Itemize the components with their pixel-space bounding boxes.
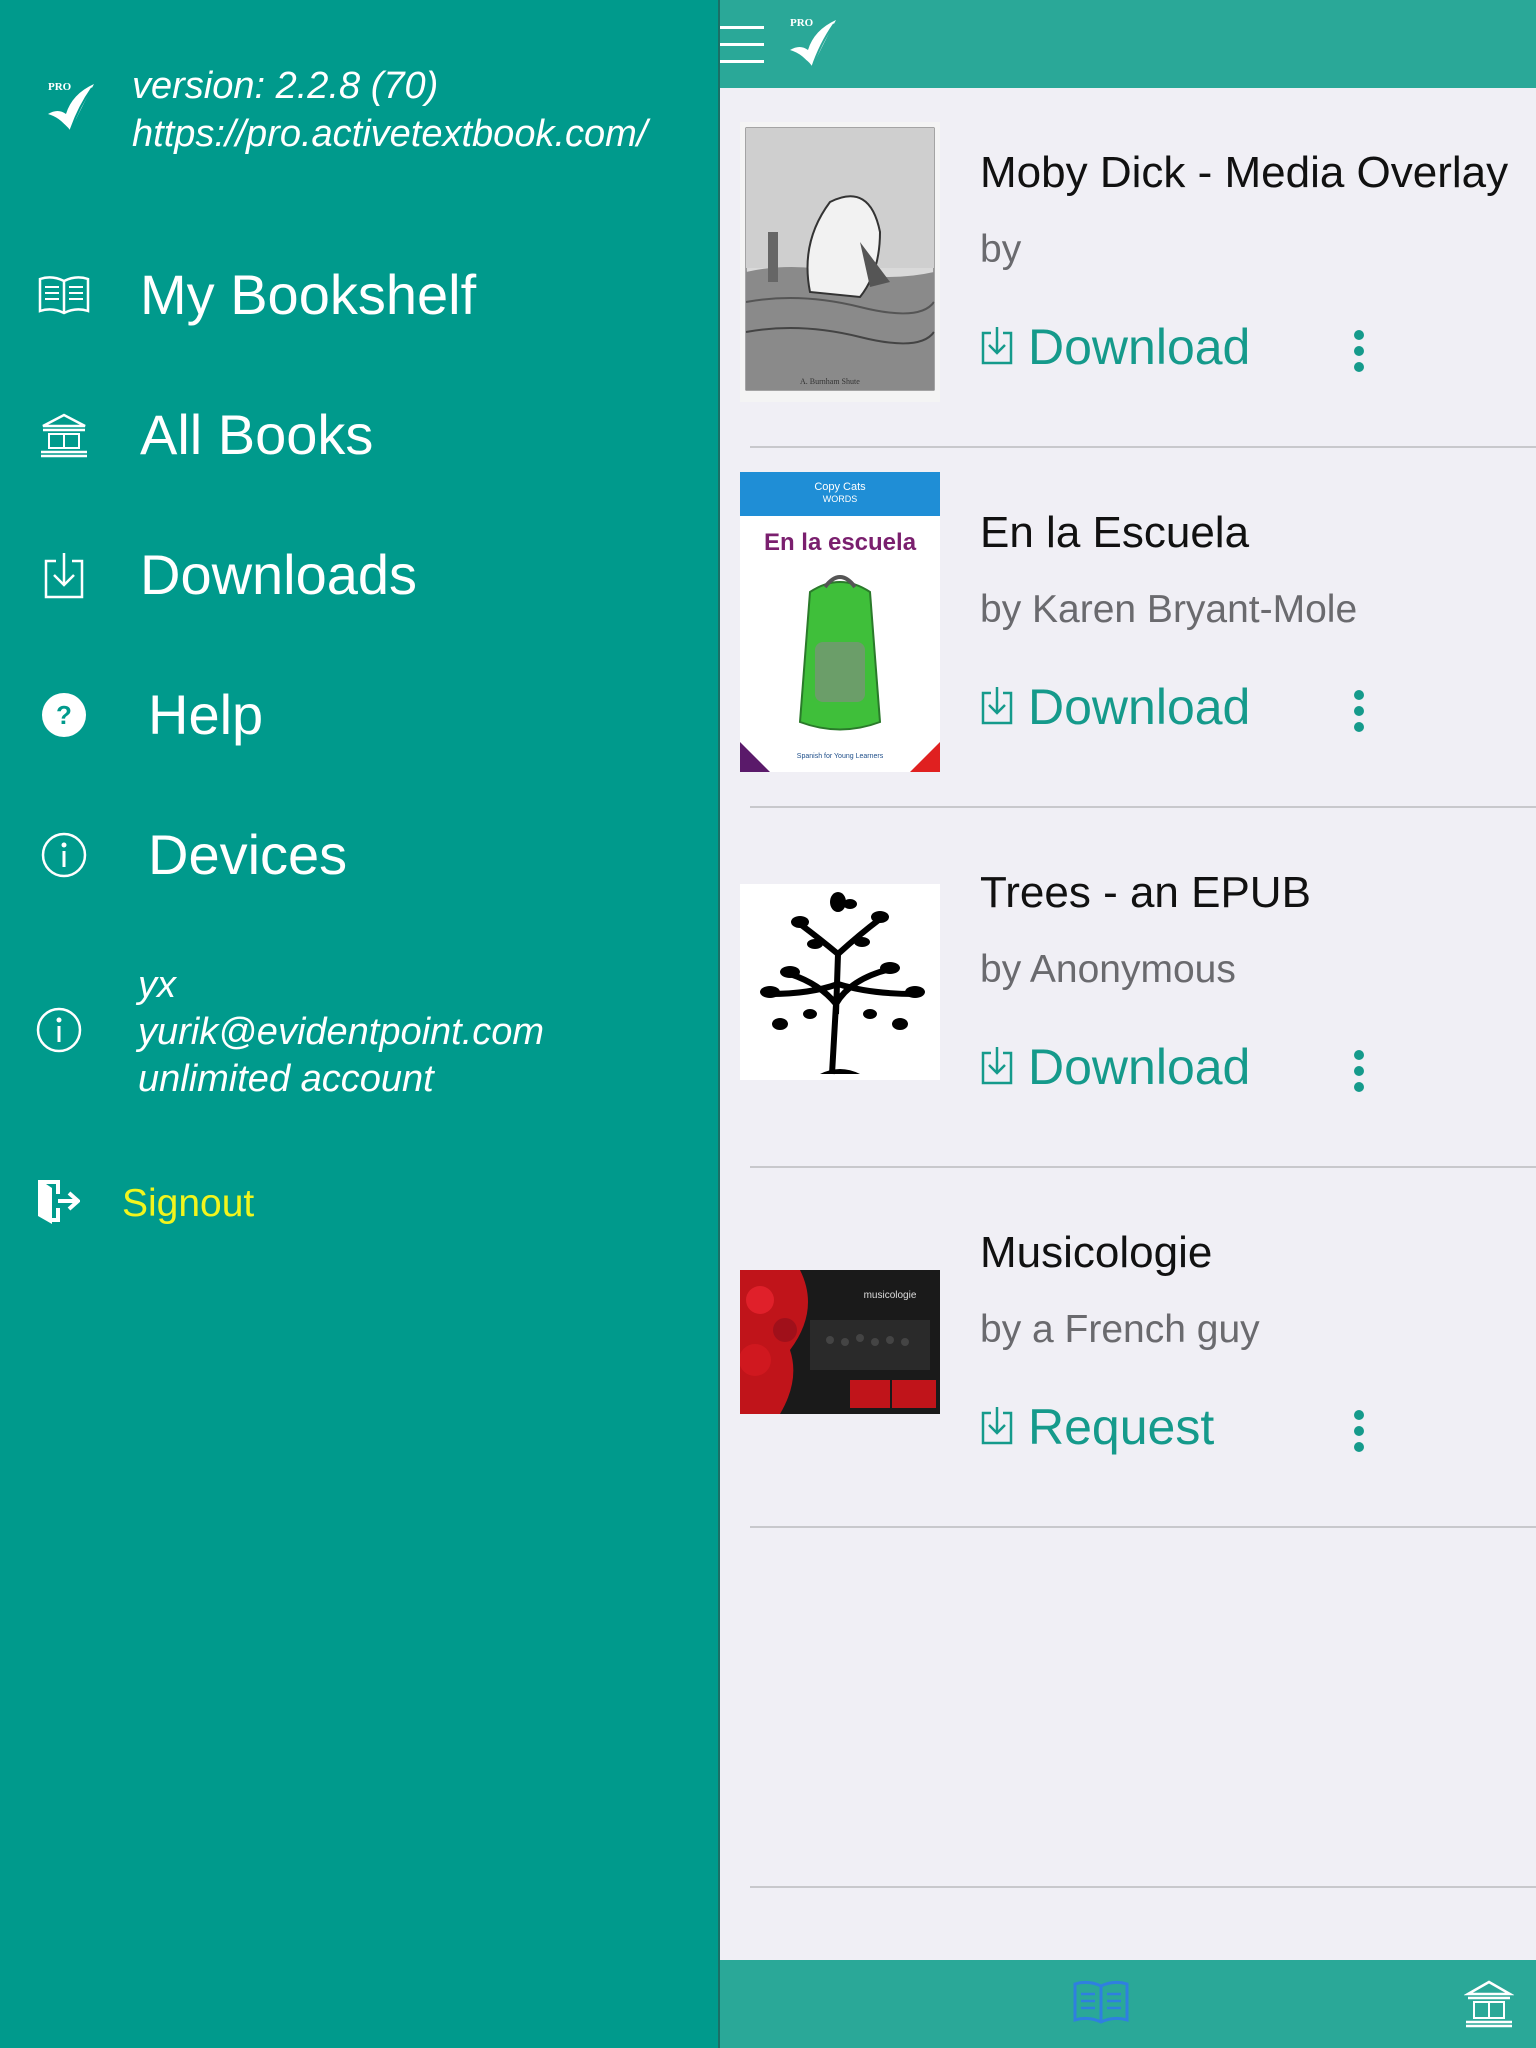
bottom-tab-bar [718,1960,1536,2048]
book-item[interactable]: A. Burnham Shute Moby Dick - Media Overl… [718,88,1536,448]
app-logo: PRO [42,78,98,134]
book-title: En la Escuela [980,508,1250,557]
download-button[interactable]: Download [980,1038,1250,1096]
book-title: Moby Dick - Media Overlay [980,148,1509,197]
menu-label: All Books [140,403,374,466]
library-icon [36,407,92,463]
menu-label: Devices [148,823,348,886]
open-book-icon [36,267,92,323]
account-plan: unlimited account [138,1058,434,1100]
book-cover-tree[interactable] [740,884,940,1080]
hamburger-menu-button[interactable] [718,26,764,64]
cover-subheader: WORDS [823,494,858,504]
download-button[interactable]: Download [980,318,1250,376]
signout-icon [36,1178,82,1229]
menu-label: Downloads [140,543,418,606]
book-title: Musicologie [980,1228,1213,1277]
cover-header: Copy Cats [814,481,866,493]
book-author: by [980,228,1022,271]
menu-downloads[interactable]: Downloads [36,542,417,607]
more-options-icon[interactable] [1344,324,1374,384]
version-info: version: 2.2.8 (70) https://pro.activete… [132,62,647,158]
cover-footer: Spanish for Young Learners [797,753,884,760]
tab-all-books[interactable] [1463,1978,1515,2033]
version-text: version: 2.2.8 (70) [132,65,439,107]
open-book-icon [1073,1980,1129,2028]
app-logo: PRO [784,14,840,70]
help-icon: ? [36,687,92,743]
top-bar: PRO [718,0,1536,88]
cover-title: musicologie [864,1290,917,1301]
download-icon [980,685,1014,730]
book-item[interactable]: Trees - an EPUB by Anonymous Download [718,808,1536,1168]
download-icon [36,547,92,603]
action-label: Request [1028,1399,1215,1455]
more-options-icon[interactable] [1344,1404,1374,1464]
menu-label: My Bookshelf [140,263,477,326]
svg-text:A. Burnham Shute: A. Burnham Shute [800,377,860,386]
download-icon [980,1405,1014,1450]
book-cover-backpack[interactable]: Copy Cats WORDS En la escuela Spanish fo… [740,472,940,772]
account-info[interactable]: yx yurik@evidentpoint.com unlimited acco… [36,962,544,1103]
download-icon [980,1045,1014,1090]
menu-devices[interactable]: Devices [36,822,347,887]
svg-text:PRO: PRO [790,17,814,29]
drawer-divider [718,0,720,2048]
account-text: yx yurik@evidentpoint.com unlimited acco… [138,962,544,1103]
more-options-icon[interactable] [1344,684,1374,744]
action-label: Download [1028,319,1251,375]
book-author: by Anonymous [980,948,1236,991]
book-item[interactable]: musicologie Musicologie by a French guy … [718,1168,1536,1528]
signout-button[interactable]: Signout [36,1178,254,1229]
server-url: https://pro.activetextbook.com/ [132,113,648,155]
action-label: Download [1028,679,1251,735]
info-icon [36,827,92,883]
menu-all-books[interactable]: All Books [36,402,373,467]
row-divider [750,1526,1536,1528]
book-title: Trees - an EPUB [980,868,1311,917]
account-email: yurik@evidentpoint.com [138,1011,545,1053]
navigation-drawer: PRO version: 2.2.8 (70) https://pro.acti… [0,0,718,2048]
tab-my-bookshelf[interactable] [1073,1980,1129,2029]
account-name: yx [138,964,176,1006]
book-author: by Karen Bryant-Mole [980,588,1358,631]
info-icon [36,1007,82,1058]
menu-my-bookshelf[interactable]: My Bookshelf [36,262,476,327]
request-button[interactable]: Request [980,1398,1214,1456]
download-button[interactable]: Download [980,678,1250,736]
svg-text:?: ? [56,700,72,730]
svg-text:PRO: PRO [48,81,72,93]
menu-label: Help [148,683,264,746]
menu-help[interactable]: ? Help [36,682,263,747]
cover-title: En la escuela [764,529,917,556]
book-author: by a French guy [980,1308,1260,1351]
signout-label: Signout [122,1181,255,1225]
book-cover-concert[interactable]: musicologie [740,1270,940,1414]
book-item[interactable]: Copy Cats WORDS En la escuela Spanish fo… [718,448,1536,808]
download-icon [980,325,1014,370]
book-cover-whale[interactable]: A. Burnham Shute [740,122,940,402]
library-icon [1463,1980,1515,2032]
row-divider [750,1886,1536,1888]
action-label: Download [1028,1039,1251,1095]
more-options-icon[interactable] [1344,1044,1374,1104]
